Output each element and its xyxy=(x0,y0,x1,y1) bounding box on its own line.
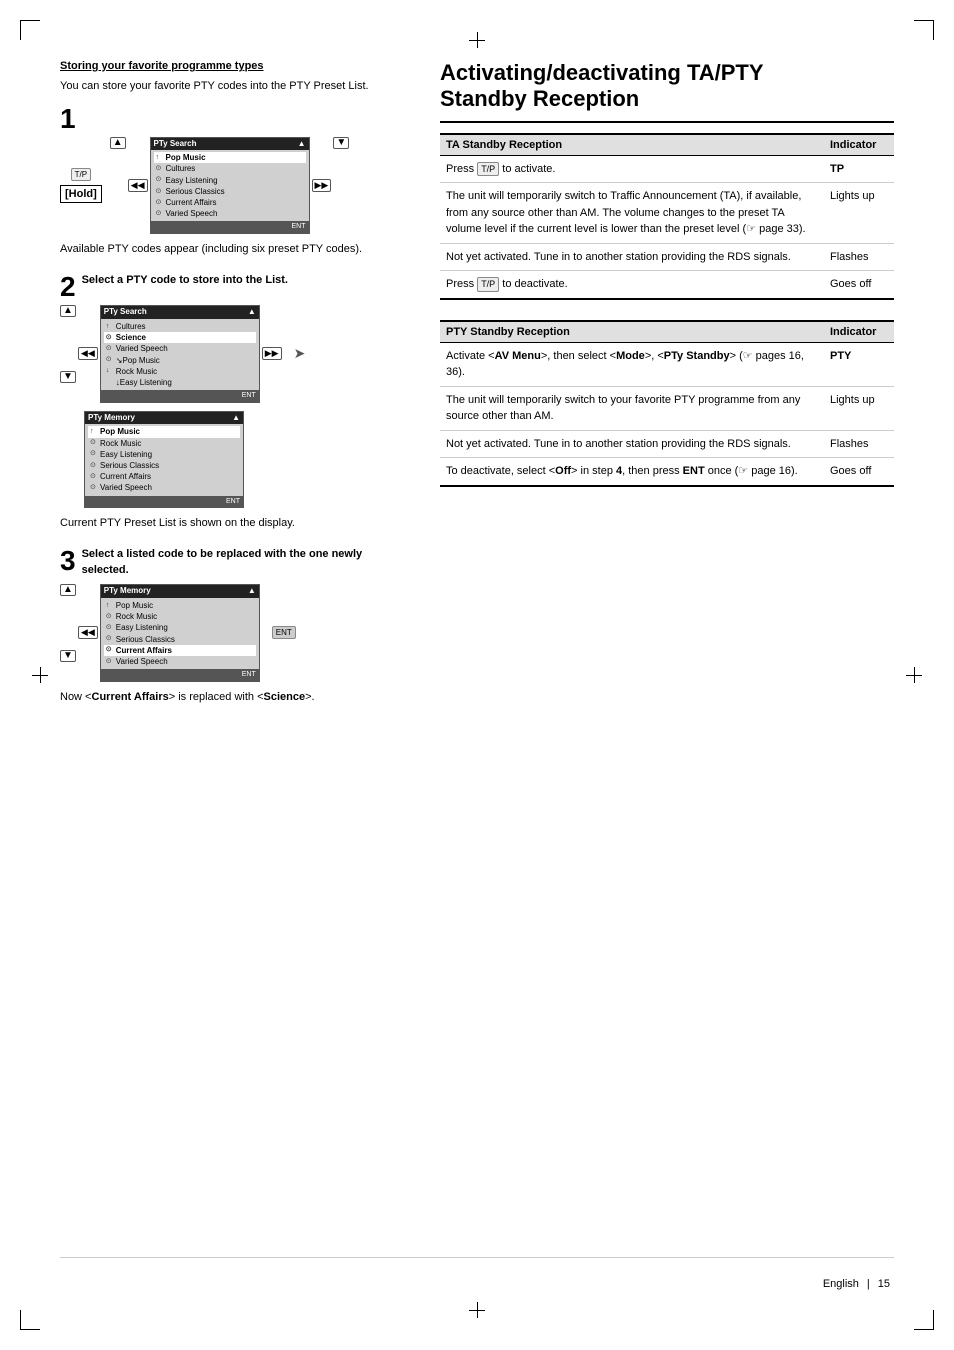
step-1-number: 1 xyxy=(60,105,410,133)
corner-mark-bl xyxy=(20,1310,40,1330)
right-column: Activating/deactivating TA/PTYStandby Re… xyxy=(440,60,894,1257)
pty-table-col2: Indicator xyxy=(824,321,894,343)
side-arrows-step3: ◀◀ xyxy=(78,626,98,639)
ta-row-3-indicator: Flashes xyxy=(824,243,894,271)
pty-row-3: Not yet activated. Tune in to another st… xyxy=(440,430,894,458)
tp-button-step1[interactable]: T/P xyxy=(71,168,91,181)
ta-row-1-indicator: TP xyxy=(824,155,894,183)
prev-arrow-2a[interactable]: ◀◀ xyxy=(78,347,98,360)
nav-arrows-step2a: ▲ ▼ xyxy=(60,305,76,402)
crosshair-top xyxy=(469,32,485,48)
right-section-title: Activating/deactivating TA/PTYStandby Re… xyxy=(440,60,894,123)
crosshair-left xyxy=(32,667,48,683)
crosshair-right xyxy=(906,667,922,683)
nav-arrows-step1: ▲ xyxy=(110,137,126,234)
ta-table: TA Standby Reception Indicator Press T/P… xyxy=(440,133,894,300)
page-number: 15 xyxy=(878,1278,890,1290)
ta-row-2: The unit will temporarily switch to Traf… xyxy=(440,183,894,244)
up-arrow[interactable]: ▲ xyxy=(110,137,126,149)
tp-btn-inline[interactable]: T/P xyxy=(477,162,499,177)
pty-screen-step1: PTy Search ▲ ↑Pop Music ⊙Cultures ⊙Easy … xyxy=(150,137,310,234)
step-2-screen1-wrapper: ▲ ▼ ◀◀ PTy Search ▲ xyxy=(60,305,410,402)
pty-row-3-indicator: Flashes xyxy=(824,430,894,458)
ta-row-4: Press T/P to deactivate. Goes off xyxy=(440,271,894,299)
nav-arrows2-step1: ▼ xyxy=(333,137,349,234)
ta-row-1-desc: Press T/P to activate. xyxy=(440,155,824,183)
corner-mark-tl xyxy=(20,20,40,40)
step-3-screen-wrapper: ▲ ▼ ◀◀ PTy Memory ▲ xyxy=(60,584,410,681)
tp-btn-inline-2[interactable]: T/P xyxy=(477,277,499,292)
prev-arrow[interactable]: ◀◀ xyxy=(128,179,148,192)
pty-screen-step3: PTy Memory ▲ ↑Pop Music ⊙Rock Music ⊙Eas… xyxy=(100,584,260,681)
next-arrow[interactable]: ▶▶ xyxy=(312,179,332,192)
section-title: Storing your favorite programme types xyxy=(60,60,410,72)
step-1-note: Available PTY codes appear (including si… xyxy=(60,242,410,257)
ta-row-4-indicator: Goes off xyxy=(824,271,894,299)
down-arrow-2a[interactable]: ▼ xyxy=(60,371,76,383)
pty-row-3-desc: Not yet activated. Tune in to another st… xyxy=(440,430,824,458)
pty-table-col1: PTY Standby Reception xyxy=(440,321,824,343)
pty-screen-step2a: PTy Search ▲ ↑Cultures ⊙Science ⊙Varied … xyxy=(100,305,260,402)
ta-row-3-desc: Not yet activated. Tune in to another st… xyxy=(440,243,824,271)
step-2-note: Current PTY Preset List is shown on the … xyxy=(60,516,410,531)
side-arrows2-step1: ▶▶ xyxy=(312,179,332,192)
pty-table: PTY Standby Reception Indicator Activate… xyxy=(440,320,894,487)
hold-label: [Hold] xyxy=(60,185,102,203)
pty-row-4-desc: To deactivate, select <Off> in step 4, t… xyxy=(440,458,824,486)
up-arrow-3[interactable]: ▲ xyxy=(60,584,76,596)
section-desc: You can store your favorite PTY codes in… xyxy=(60,78,410,95)
step-2-screen2-wrapper: PTy Memory ▲ ↑Pop Music ⊙Rock Music ⊙Eas… xyxy=(60,411,410,508)
nav-arrows-step3: ▲ ▼ xyxy=(60,584,76,681)
arrow-icon-step2: ➤ xyxy=(294,345,306,362)
ta-table-col1: TA Standby Reception xyxy=(440,134,824,156)
page-footer: English | 15 xyxy=(60,1257,894,1290)
ta-row-3: Not yet activated. Tune in to another st… xyxy=(440,243,894,271)
ta-row-2-indicator: Lights up xyxy=(824,183,894,244)
pty-row-4-indicator: Goes off xyxy=(824,458,894,486)
side-arrows2-step2a: ▶▶ xyxy=(262,347,282,360)
step-1-screen-wrapper: T/P [Hold] ▲ ◀◀ P xyxy=(60,137,410,234)
pty-row-1-indicator: PTY xyxy=(824,342,894,386)
pty-screen-step2b: PTy Memory ▲ ↑Pop Music ⊙Rock Music ⊙Eas… xyxy=(84,411,244,508)
side-arrows-step2a: ◀◀ xyxy=(78,347,98,360)
pty-row-2-desc: The unit will temporarily switch to your… xyxy=(440,386,824,430)
step-3-number: 3 xyxy=(60,547,76,575)
pty-row-2-indicator: Lights up xyxy=(824,386,894,430)
next-arrow-2a[interactable]: ▶▶ xyxy=(262,347,282,360)
separator: | xyxy=(867,1278,870,1290)
ta-table-col2: Indicator xyxy=(824,134,894,156)
step-2-block: 2 Select a PTY code to store into the Li… xyxy=(60,273,410,531)
side-arrows-step1: ◀◀ xyxy=(128,179,148,192)
down-arrow[interactable]: ▼ xyxy=(333,137,349,149)
prev-arrow-3[interactable]: ◀◀ xyxy=(78,626,98,639)
down-arrow-3[interactable]: ▼ xyxy=(60,650,76,662)
step-2-text: Select a PTY code to store into the List… xyxy=(82,273,288,288)
corner-mark-br xyxy=(914,1310,934,1330)
pty-row-1: Activate <AV Menu>, then select <Mode>, … xyxy=(440,342,894,386)
crosshair-bottom xyxy=(469,1302,485,1318)
language-label: English xyxy=(823,1278,859,1290)
step-1-block: 1 T/P [Hold] ▲ ◀◀ xyxy=(60,105,410,258)
ta-row-4-desc: Press T/P to deactivate. xyxy=(440,271,824,299)
pty-row-1-desc: Activate <AV Menu>, then select <Mode>, … xyxy=(440,342,824,386)
pty-row-4: To deactivate, select <Off> in step 4, t… xyxy=(440,458,894,486)
ent-button-step3[interactable]: ENT xyxy=(272,626,296,639)
step-2-number: 2 xyxy=(60,273,76,301)
ta-row-1: Press T/P to activate. TP xyxy=(440,155,894,183)
pty-row-2: The unit will temporarily switch to your… xyxy=(440,386,894,430)
ta-row-2-desc: The unit will temporarily switch to Traf… xyxy=(440,183,824,244)
corner-mark-tr xyxy=(914,20,934,40)
step-3-text: Select a listed code to be replaced with… xyxy=(82,547,410,578)
step-3-note: Now <Current Affairs> is replaced with <… xyxy=(60,690,410,705)
up-arrow-2a[interactable]: ▲ xyxy=(60,305,76,317)
step-3-block: 3 Select a listed code to be replaced wi… xyxy=(60,547,410,705)
left-column: Storing your favorite programme types Yo… xyxy=(60,60,410,1257)
